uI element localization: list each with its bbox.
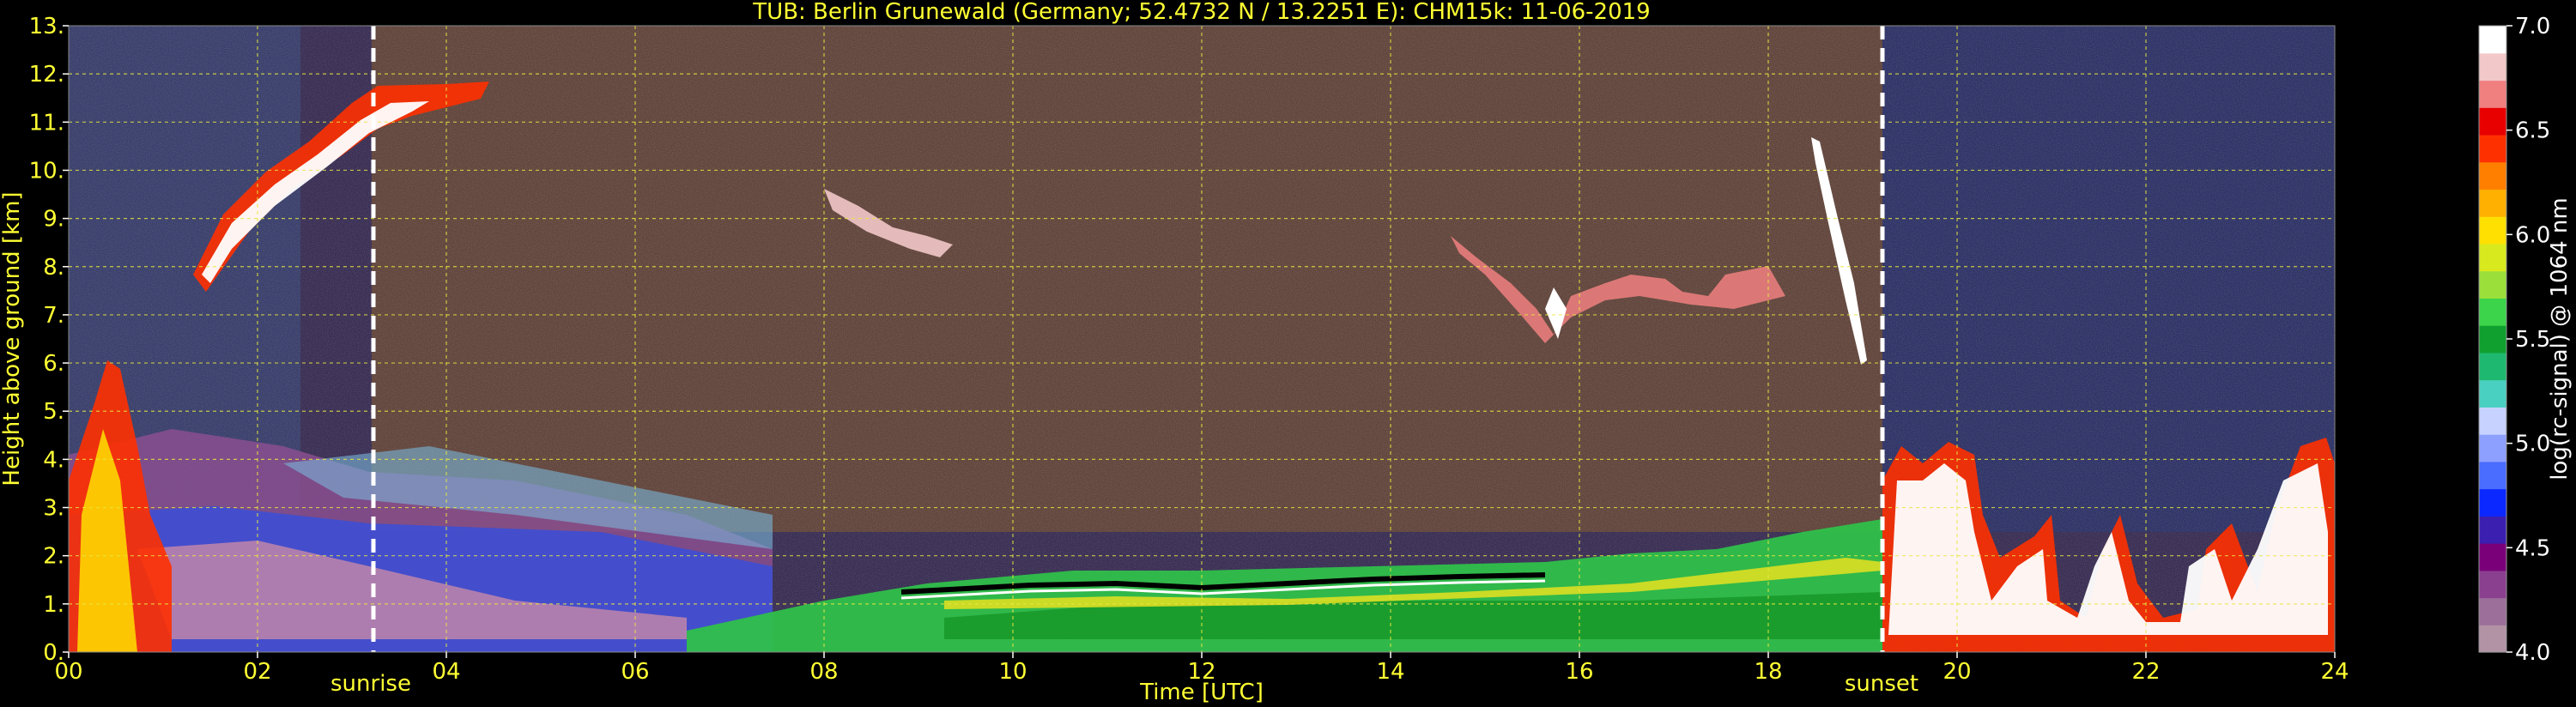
colorbar-segment — [2479, 26, 2506, 54]
y-tick-label: 12. — [29, 62, 64, 88]
colorbar: 4.0 4.5 5.0 5.5 6.0 6.5 7.0 log(rc-signal) @ 1… — [2478, 14, 2573, 666]
colorbar-segment — [2479, 216, 2506, 245]
colorbar-segments — [2479, 26, 2506, 653]
chart-title: TUB: Berlin Grunewald (Germany; 52.4732 … — [752, 0, 1650, 25]
colorbar-tick-label: 4.0 — [2515, 640, 2550, 666]
y-tick-label: 6. — [43, 351, 64, 377]
colorbar-tick-label: 6.5 — [2515, 118, 2550, 144]
colorbar-tick-label: 4.5 — [2515, 535, 2550, 561]
y-tick-label: 7. — [43, 303, 64, 329]
y-tick-label: 2. — [43, 544, 64, 570]
colorbar-segment — [2479, 189, 2506, 217]
colorbar-segment — [2479, 161, 2506, 190]
x-tick-label: 16 — [1565, 659, 1593, 685]
sunset-label: sunset — [1845, 671, 1918, 697]
x-tick-label: 04 — [432, 659, 460, 685]
y-tick-label: 8. — [43, 255, 64, 281]
x-axis-label: Time [UTC] — [1139, 680, 1264, 705]
colorbar-segment — [2479, 298, 2506, 326]
y-tick-label: 3. — [43, 496, 64, 522]
colorbar-segment — [2479, 597, 2506, 625]
y-tick-label: 0. — [43, 640, 64, 666]
colorbar-label: log(rc-signal) @ 1064 nm — [2547, 197, 2573, 480]
x-tick-label: 14 — [1376, 659, 1404, 685]
x-tick-label: 24 — [2320, 659, 2349, 685]
colorbar-segment — [2479, 325, 2506, 354]
colorbar-segment — [2479, 379, 2506, 408]
signal-layers — [69, 26, 2335, 652]
colorbar-segment — [2479, 570, 2506, 599]
x-tick-label: 18 — [1754, 659, 1782, 685]
colorbar-segment — [2479, 134, 2506, 163]
sunrise-label: sunrise — [330, 671, 411, 697]
colorbar-segment — [2479, 516, 2506, 544]
y-tick-label: 5. — [43, 399, 64, 425]
colorbar-segment — [2479, 461, 2506, 490]
x-tick-label: 02 — [243, 659, 271, 685]
colorbar-segment — [2479, 52, 2506, 82]
colorbar-segment — [2479, 243, 2506, 272]
y-tick-label: 13. — [29, 14, 64, 39]
colorbar-tick-label: 6.0 — [2515, 222, 2550, 248]
colorbar-segment — [2479, 407, 2506, 435]
x-tick-label: 20 — [1943, 659, 1971, 685]
colorbar-segment — [2479, 434, 2506, 462]
colorbar-segment — [2479, 270, 2506, 299]
colorbar-tick-label: 5.0 — [2515, 432, 2550, 457]
lidar-figure: TUB: Berlin Grunewald (Germany; 52.4732 … — [0, 0, 2573, 705]
colorbar-segment — [2479, 80, 2506, 108]
colorbar-tick-label: 5.5 — [2515, 327, 2550, 353]
colorbar-segment — [2479, 625, 2506, 653]
y-axis-label: Height above ground [km] — [0, 191, 25, 486]
colorbar-segment — [2479, 488, 2506, 517]
colorbar-segment — [2479, 543, 2506, 571]
y-tick-label: 1. — [43, 592, 64, 618]
x-tick-label: 08 — [809, 659, 838, 685]
colorbar-ticks: 4.0 4.5 5.0 5.5 6.0 6.5 7.0 — [2506, 14, 2550, 666]
colorbar-segment — [2479, 107, 2506, 136]
x-tick-label: 10 — [998, 659, 1027, 685]
colorbar-segment — [2479, 352, 2506, 381]
y-axis-ticks: 0. 1. 2. 3. 4. 5. 6. 7. 8. 9. 10. 11. 12. 13. — [29, 14, 69, 666]
plot-area — [68, 25, 2336, 653]
y-tick-label: 9. — [43, 207, 64, 233]
x-tick-label: 06 — [621, 659, 649, 685]
colorbar-tick-label: 7.0 — [2515, 14, 2550, 39]
y-tick-label: 10. — [29, 158, 64, 184]
x-tick-label: 22 — [2131, 659, 2160, 685]
y-tick-label: 4. — [43, 447, 64, 473]
y-tick-label: 11. — [29, 110, 64, 136]
